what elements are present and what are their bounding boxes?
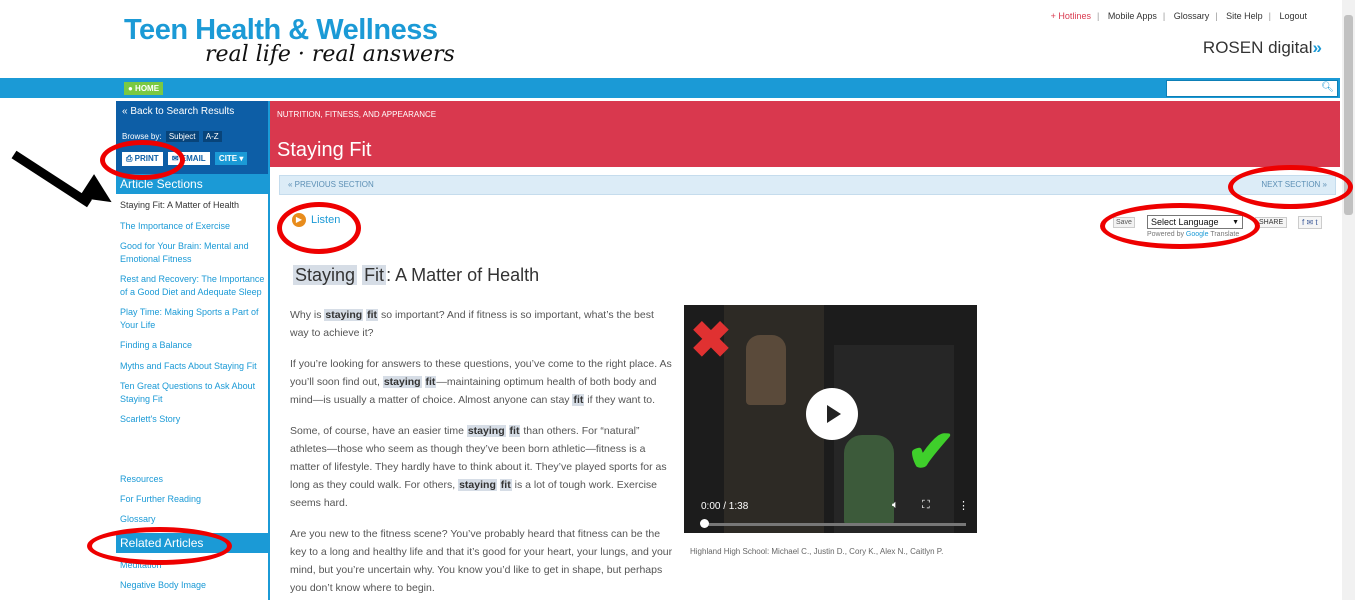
publisher-logo[interactable]: ROSEN digital» (1203, 38, 1322, 58)
category-label[interactable]: NUTRITION, FITNESS, AND APPEARANCE (277, 110, 436, 119)
glossary-link[interactable]: Glossary (1171, 11, 1213, 21)
annotation-oval-print (100, 140, 185, 180)
video-caption: Highland High School: Michael C., Justin… (690, 547, 944, 556)
section-link[interactable]: Staying Fit: A Matter of Health (120, 199, 268, 212)
video-person (746, 335, 786, 405)
volume-icon[interactable]: 🔈︎ (892, 499, 899, 512)
annotation-oval-next (1228, 165, 1353, 209)
resources-list: Resources For Further Reading Glossary (120, 473, 201, 533)
previous-section-link[interactable]: « PREVIOUS SECTION (288, 180, 374, 189)
section-link[interactable]: The Importance of Exercise (120, 220, 268, 233)
page-title: Staying Fit (277, 139, 372, 161)
search-icon[interactable]: 🔍︎ (1321, 82, 1334, 93)
hotlines-link[interactable]: + Hotlines (1048, 11, 1094, 21)
site-header: Teen Health & Wellness real life · real … (0, 0, 1340, 78)
site-logo-tagline: real life · real answers (205, 42, 455, 67)
video-scrubber[interactable] (700, 519, 709, 528)
top-links: + Hotlines | Mobile Apps | Glossary | Site … (1048, 11, 1310, 21)
annotation-oval-language (1100, 203, 1260, 249)
play-button[interactable] (806, 388, 858, 440)
article-paragraph: Some, of course, have an easier time sta… (290, 425, 667, 509)
section-link[interactable]: Rest and Recovery: The Importance of a G… (120, 273, 268, 298)
video-time: 0:00 / 1:38 (701, 501, 749, 512)
mobile-apps-link[interactable]: Mobile Apps (1105, 11, 1160, 21)
annotation-arrow-head (78, 174, 120, 214)
site-help-link[interactable]: Site Help (1223, 11, 1266, 21)
annotation-oval-related (87, 527, 232, 565)
video-person (844, 435, 894, 525)
section-link[interactable]: Myths and Facts About Staying Fit (120, 360, 268, 373)
browse-subject-button[interactable]: Subject (165, 131, 199, 142)
further-reading-link[interactable]: For Further Reading (120, 493, 201, 505)
play-icon (827, 405, 841, 423)
resources-link[interactable]: Resources (120, 473, 201, 485)
page-scrollbar[interactable] (1342, 0, 1355, 600)
section-link[interactable]: Ten Great Questions to Ask About Staying… (120, 380, 268, 405)
section-link[interactable]: Good for Your Brain: Mental and Emotiona… (120, 240, 268, 265)
video-player[interactable]: ✖ ✔ 0:00 / 1:38 🔈︎ ⛶ ⋮ (684, 305, 977, 533)
logout-link[interactable]: Logout (1276, 11, 1310, 21)
back-to-results-link[interactable]: « Back to Search Results (122, 106, 234, 117)
annotation-oval-listen (277, 202, 361, 254)
section-link[interactable]: Play Time: Making Sports a Part of Your … (120, 306, 268, 331)
search-input[interactable]: 🔍︎ (1166, 80, 1338, 97)
article-title: Staying Fit: A Matter of Health (293, 265, 540, 285)
article-sections-list: Staying Fit: A Matter of Health The Impo… (120, 199, 268, 434)
more-options-icon[interactable]: ⋮ (958, 499, 969, 512)
sidebar-divider (268, 101, 270, 600)
related-articles-list: Meditation Negative Body Image (120, 559, 206, 599)
glossary-sidebar-link[interactable]: Glossary (120, 513, 201, 525)
home-button[interactable]: ● HOME (124, 82, 164, 95)
article-paragraph: Why is staying fit so important? And if … (290, 309, 654, 339)
red-x-icon: ✖ (690, 312, 732, 368)
article-body: Why is staying fit so important? And if … (290, 306, 674, 610)
article-paragraph: Are you new to the fitness scene? You’ve… (290, 528, 673, 594)
section-link[interactable]: Scarlett's Story (120, 413, 268, 426)
fullscreen-icon[interactable]: ⛶ (922, 499, 930, 512)
cite-button[interactable]: CITE ▾ (214, 152, 248, 165)
main-nav-bar: ● HOME 🔍︎ (0, 78, 1340, 98)
green-check-icon: ✔ (906, 418, 957, 485)
section-link[interactable]: Finding a Balance (120, 339, 268, 352)
browse-az-button[interactable]: A-Z (202, 131, 222, 142)
article-paragraph: If you’re looking for answers to these q… (290, 358, 672, 406)
related-article-link[interactable]: Negative Body Image (120, 579, 206, 591)
share-icons[interactable]: f ✉ t (1298, 216, 1322, 229)
section-navigation: « PREVIOUS SECTION NEXT SECTION » (279, 175, 1336, 195)
video-progress-bar[interactable] (701, 523, 966, 526)
title-bar (270, 133, 1340, 167)
